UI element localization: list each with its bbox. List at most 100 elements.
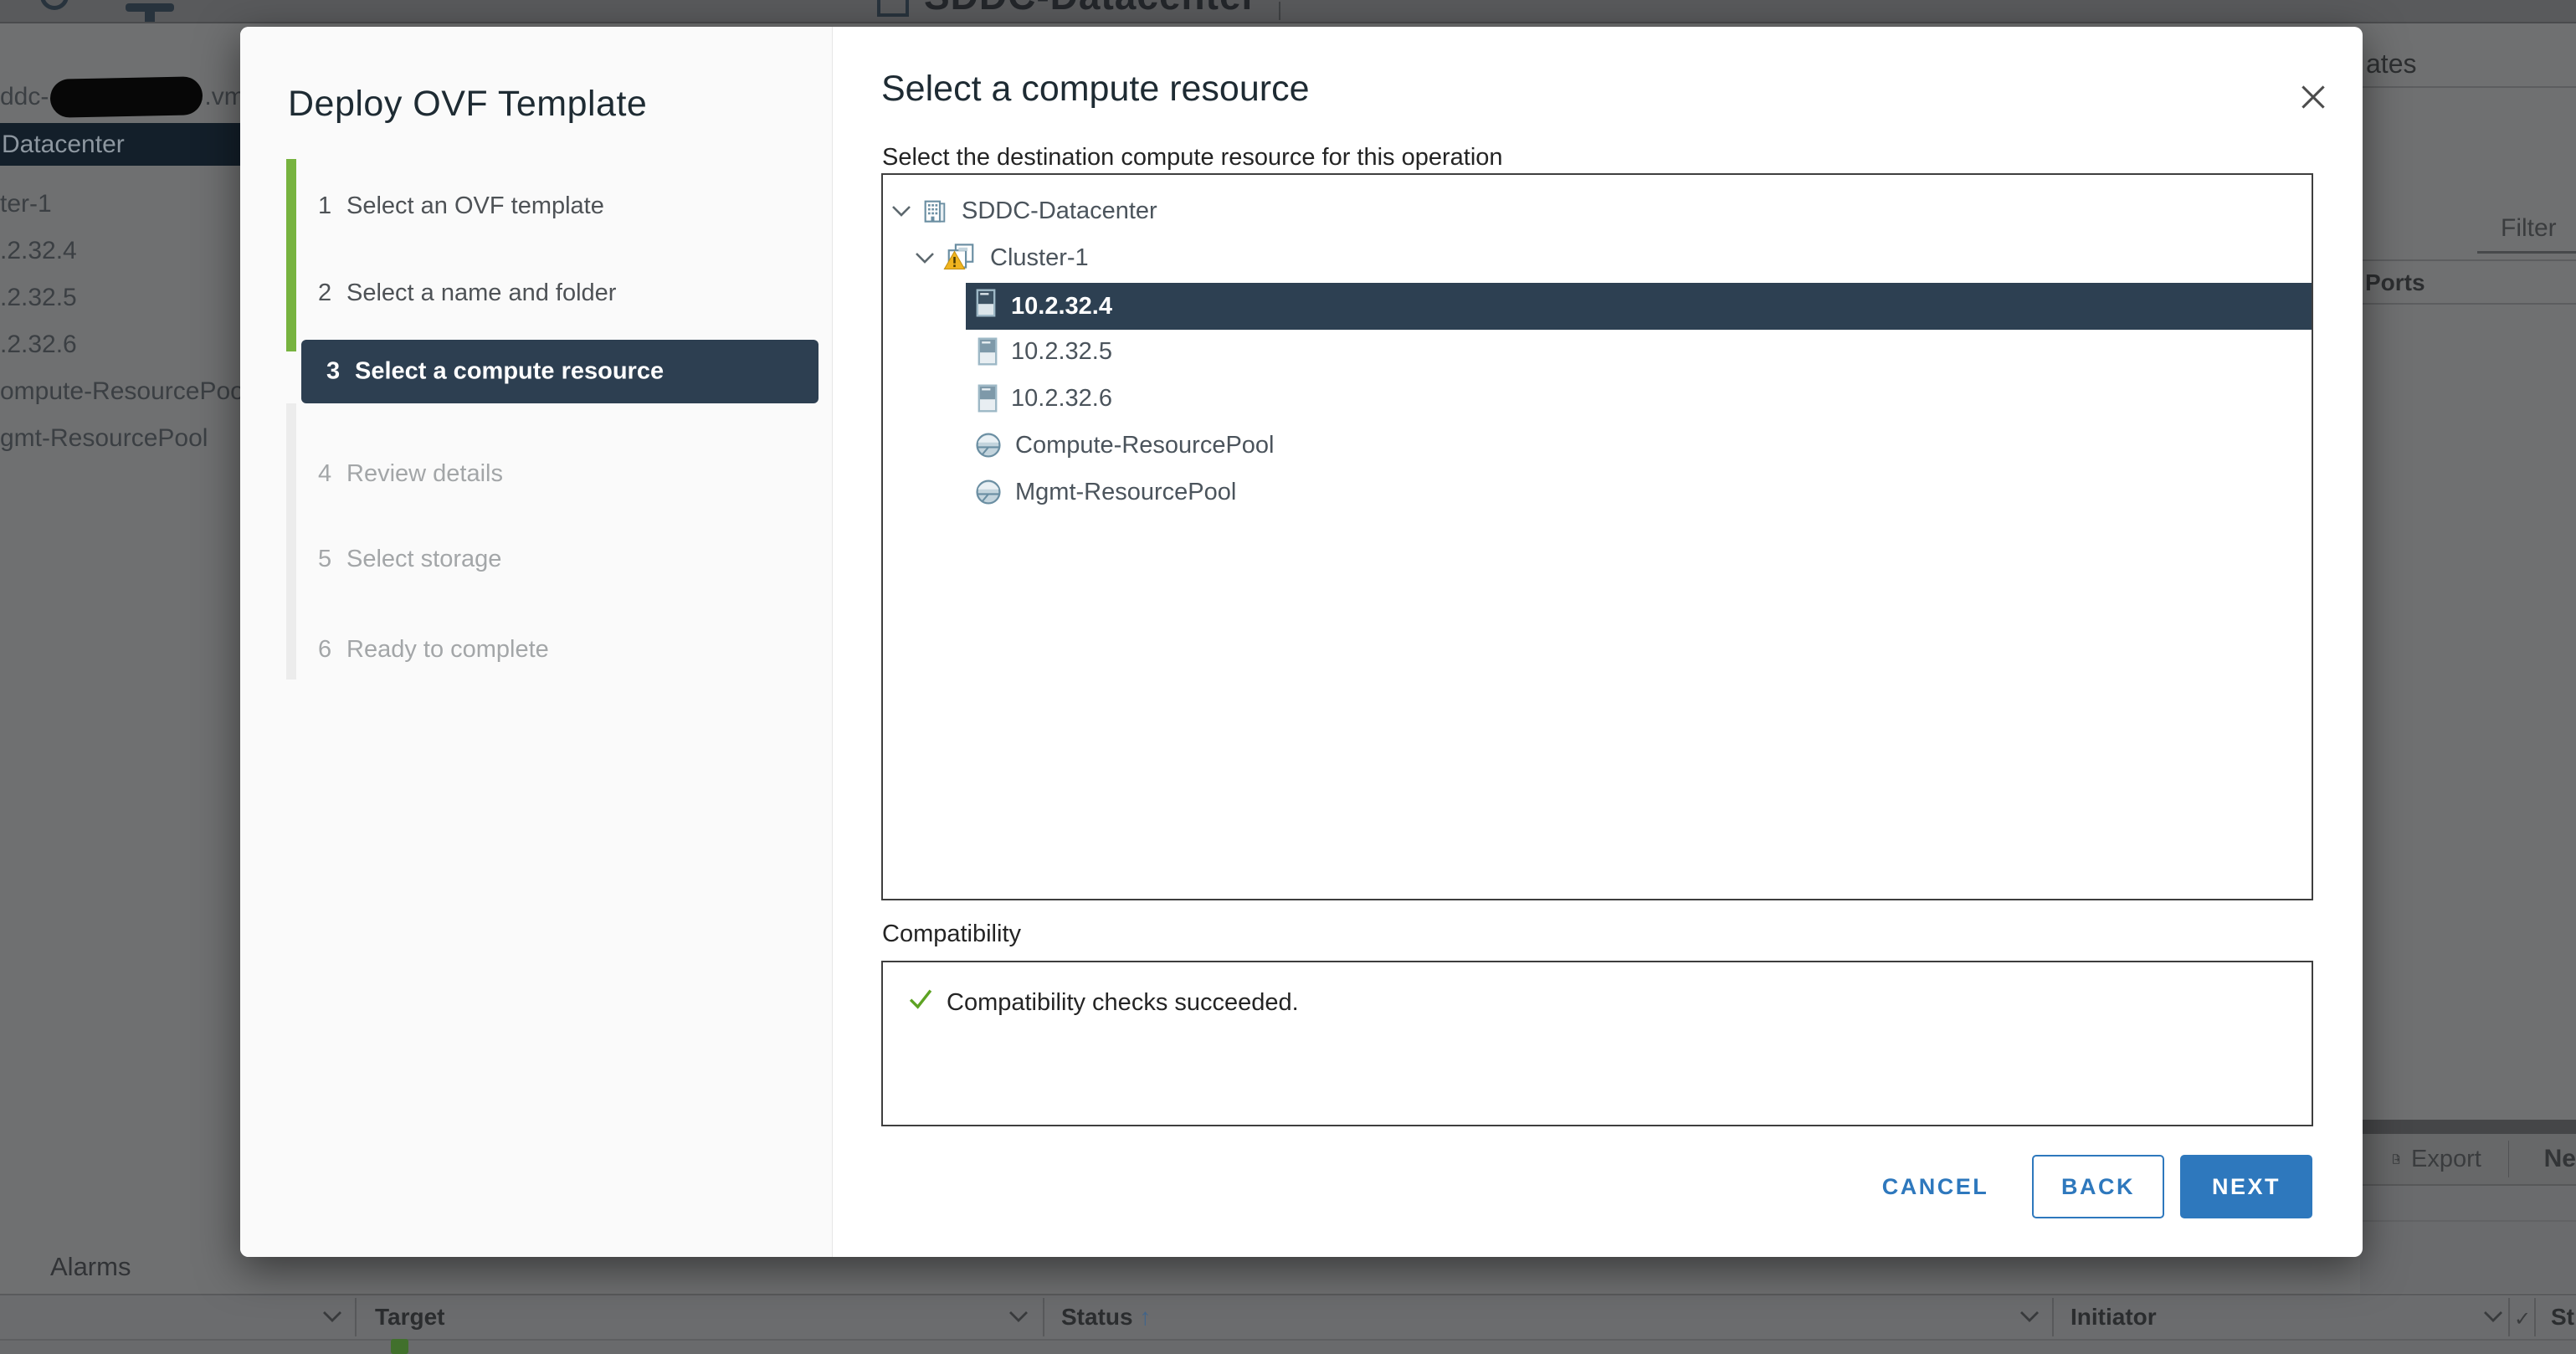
- success-check-icon: [906, 984, 935, 1017]
- column-divider: [2534, 1298, 2536, 1336]
- host-icon: [976, 289, 996, 324]
- step-label: Select storage: [346, 546, 501, 573]
- page-title-clip: SDDC-Datacenter: [870, 0, 1289, 22]
- toolbar-icon-fragment: [126, 3, 174, 12]
- divider: [1279, 2, 1280, 20]
- chevron-down-icon: [2483, 1310, 2503, 1322]
- top-toolbar-strip: SDDC-Datacenter: [0, 0, 2576, 23]
- resource-pool-icon: [975, 432, 1002, 459]
- step-1-select-ovf-template[interactable]: 1 Select an OVF template: [240, 187, 833, 225]
- toolbar-icon-fragment: [40, 0, 69, 10]
- step-number: 2: [318, 280, 331, 307]
- step-2-select-name-folder[interactable]: 2 Select a name and folder: [240, 274, 833, 312]
- task-rows-band: [2360, 1186, 2576, 1293]
- tree-item-host-10-2-32-4-selected[interactable]: 10.2.32.4: [966, 283, 2312, 330]
- sort-ascending-icon: ↑: [1139, 1304, 1151, 1330]
- step-5-select-storage: 5 Select storage: [240, 540, 833, 578]
- dialog-title: Deploy OVF Template: [288, 84, 647, 125]
- compute-resource-tree: SDDC-Datacenter: [881, 173, 2313, 900]
- host-icon: [978, 337, 998, 366]
- step-6-ready-to-complete: 6 Ready to complete: [240, 630, 833, 669]
- step-label: Review details: [346, 460, 503, 488]
- tree-item-mgmt-resourcepool[interactable]: Mgmt-ResourcePool: [883, 469, 2312, 515]
- cancel-button[interactable]: CANCEL: [1870, 1155, 2000, 1218]
- divider: [2363, 303, 2576, 305]
- tree-item-label: 10.2.32.6: [1011, 385, 1112, 413]
- next-button[interactable]: NEXT: [2180, 1155, 2312, 1218]
- step-label: Select a compute resource: [355, 358, 664, 386]
- task-status-icon: [391, 1339, 408, 1354]
- divider: [2360, 1220, 2576, 1222]
- step-label: Select a name and folder: [346, 280, 616, 307]
- tree-item-cluster-1[interactable]: Cluster-1: [883, 234, 2312, 281]
- tree-item-compute-resourcepool[interactable]: Compute-ResourcePool: [883, 422, 2312, 469]
- pane-heading: Select a compute resource: [881, 69, 1310, 110]
- filter-input-underline: [2477, 251, 2576, 254]
- nav-item-mgmt-rp: gmt-ResourcePool: [0, 424, 208, 453]
- column-header-initiator: Initiator: [2071, 1304, 2157, 1331]
- chevron-down-icon[interactable]: [915, 252, 935, 264]
- export-button: Export: [2411, 1146, 2481, 1173]
- deploy-ovf-template-dialog: Deploy OVF Template 1 Select an OVF temp…: [240, 27, 2363, 1257]
- tree-item-label: Mgmt-ResourcePool: [1015, 479, 1236, 506]
- compatibility-label: Compatibility: [882, 921, 1021, 948]
- step-3-select-compute-resource-active[interactable]: 3 Select a compute resource: [301, 340, 818, 403]
- step-label: Select an OVF template: [346, 192, 604, 220]
- nav-item-host1: .2.32.4: [0, 237, 77, 265]
- tree-item-host-10-2-32-6[interactable]: 10.2.32.6: [883, 375, 2312, 422]
- tree-item-host-10-2-32-5[interactable]: 10.2.32.5: [883, 328, 2312, 375]
- step-label: Ready to complete: [346, 636, 549, 664]
- tree-item-label: Compute-ResourcePool: [1015, 432, 1274, 459]
- column-divider: [1043, 1298, 1044, 1336]
- divider: [2508, 1141, 2509, 1177]
- tree-item-label: 10.2.32.4: [1011, 293, 1112, 321]
- cluster-icon: [945, 242, 977, 274]
- back-button[interactable]: BACK: [2032, 1155, 2164, 1218]
- column-divider: [355, 1298, 357, 1336]
- chevron-down-icon: [2019, 1310, 2040, 1322]
- wizard-steps-panel: Deploy OVF Template 1 Select an OVF temp…: [240, 27, 833, 1257]
- nav-item-datacenter-selected: Datacenter: [0, 123, 259, 166]
- column-header-target: Target: [375, 1304, 445, 1331]
- compatibility-box: Compatibility checks succeeded.: [881, 961, 2313, 1126]
- tree-item-label: 10.2.32.5: [1011, 338, 1112, 366]
- host-icon: [978, 384, 998, 413]
- datacenter-icon: [877, 0, 909, 17]
- toolbar-icon-fragment: [145, 12, 155, 23]
- column-divider: [2508, 1298, 2510, 1336]
- nav-item-host3: .2.32.6: [0, 331, 77, 359]
- export-icon: [2390, 1144, 2401, 1174]
- pager-next-fragment: Ne: [2544, 1145, 2576, 1173]
- warning-icon: [943, 249, 966, 277]
- step-number: 6: [318, 636, 331, 664]
- tree-item-sddc-datacenter[interactable]: SDDC-Datacenter: [883, 187, 2312, 234]
- tree-item-label: SDDC-Datacenter: [962, 197, 1157, 225]
- step-number: 1: [318, 192, 331, 220]
- chevron-down-icon: [322, 1310, 342, 1322]
- vcenter-name-prefix: ddc-: [0, 83, 49, 111]
- page-title: SDDC-Datacenter: [924, 0, 1257, 18]
- step-number: 3: [326, 358, 340, 386]
- filter-input: Filter: [2501, 214, 2557, 243]
- nav-vcenter-row: ddc- .vmw: [0, 77, 263, 117]
- tab-alarms: Alarms: [50, 1252, 131, 1282]
- nav-item-label: Datacenter: [2, 131, 125, 159]
- column-header-ports: Ports: [2365, 269, 2425, 296]
- tab-updates-fragment: ates: [2366, 49, 2416, 79]
- datacenter-icon: [921, 198, 948, 223]
- step-number: 5: [318, 546, 331, 573]
- task-row: [0, 1341, 2576, 1354]
- nav-item-cluster: ter-1: [0, 190, 52, 218]
- divider: [2363, 259, 2576, 261]
- nav-item-host2: .2.32.5: [0, 284, 77, 312]
- compatibility-message: Compatibility checks succeeded.: [947, 989, 1299, 1017]
- divider: [2363, 86, 2576, 88]
- column-check-mark: ✓: [2514, 1307, 2531, 1331]
- tree-item-label: Cluster-1: [990, 244, 1089, 272]
- close-icon[interactable]: [2295, 79, 2332, 115]
- step-4-review-details: 4 Review details: [240, 454, 833, 493]
- step-number: 4: [318, 460, 331, 488]
- resource-pool-icon: [975, 479, 1002, 505]
- chevron-down-icon[interactable]: [891, 205, 911, 217]
- column-header-status: Status ↑: [1061, 1304, 1151, 1331]
